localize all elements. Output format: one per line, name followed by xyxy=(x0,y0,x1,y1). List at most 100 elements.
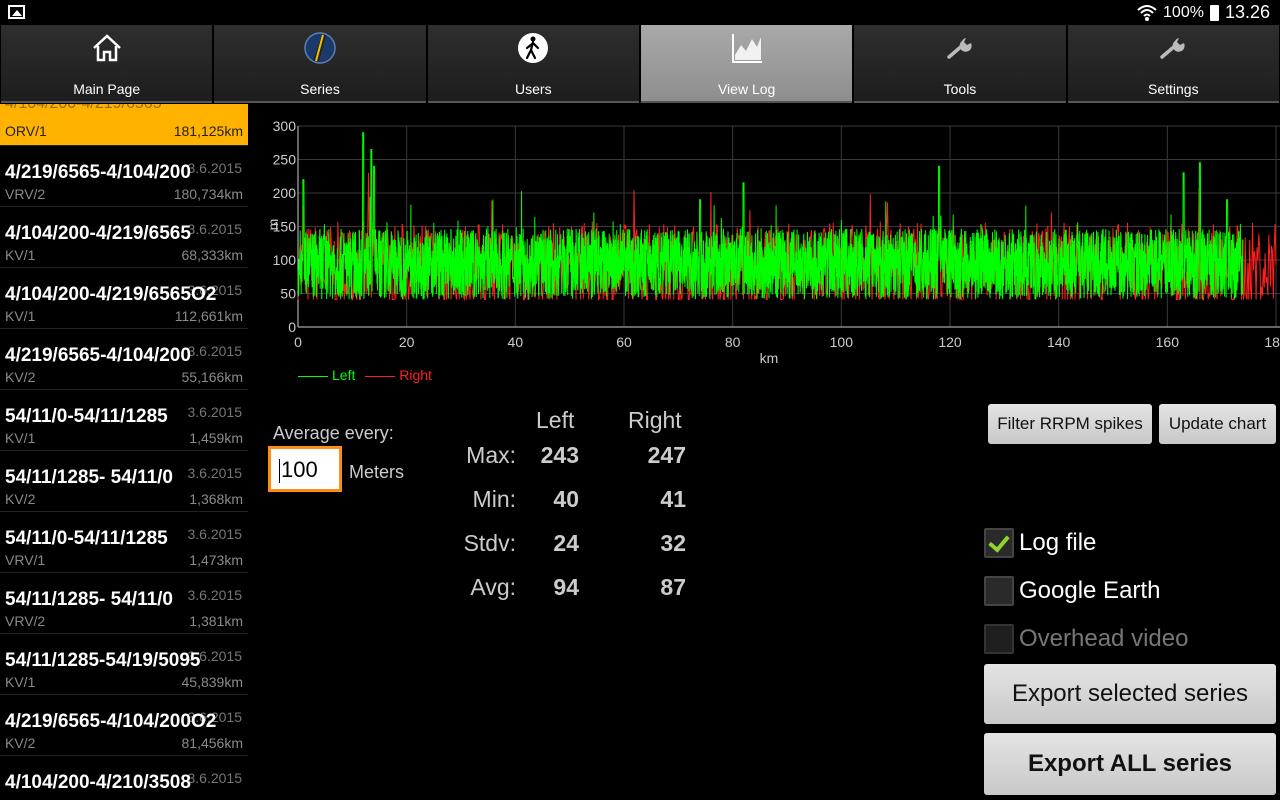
series-item[interactable]: 3.6.2015 54/11/1285- 54/11/0 KV/2 1,368k… xyxy=(0,451,248,512)
tab-tools[interactable]: Tools xyxy=(854,25,1066,103)
google-earth-label: Google Earth xyxy=(1019,577,1161,604)
tab-settings[interactable]: Settings xyxy=(1067,25,1279,103)
series-date: 3.6.2015 xyxy=(187,404,243,420)
tab-label: Series xyxy=(300,81,340,97)
filter-rrpm-spikes-button[interactable]: Filter RRPM spikes xyxy=(988,404,1152,444)
series-item[interactable]: 3.6.2015 4/219/6565-4/104/200 KV/2 55,16… xyxy=(0,329,248,390)
log-file-label: Log file xyxy=(1019,529,1097,556)
overhead-video-checkbox xyxy=(984,624,1014,654)
stat-min-left: 40 xyxy=(553,486,579,512)
tab-series[interactable]: Series xyxy=(214,25,426,103)
stat-label-stdv: Stdv: xyxy=(463,530,516,556)
log-chart[interactable]: 0204060801001201401601800501001502002503… xyxy=(262,106,1280,396)
series-title: 54/11/1285-54/19/5095 xyxy=(5,650,201,671)
series-date: 3.6.2015 xyxy=(187,221,243,237)
stat-avg-right: 87 xyxy=(660,574,686,600)
series-title: 4/104/200-4/210/3508 xyxy=(5,772,191,793)
tab-users[interactable]: Users xyxy=(427,25,639,103)
overhead-video-label: Overhead video xyxy=(1019,625,1189,652)
series-distance: 45,839km xyxy=(181,674,243,690)
status-bar: 100% 13.26 xyxy=(0,0,1280,25)
series-item[interactable]: 3.6.2015 54/11/0-54/11/1285 KV/1 1,459km xyxy=(0,390,248,451)
x-tick-label: 60 xyxy=(616,334,632,350)
y-tick-label: 250 xyxy=(273,152,297,168)
stat-stdv-left: 24 xyxy=(553,530,579,556)
series-title: 4/219/6565-4/104/200 xyxy=(5,345,191,366)
status-right: 100% 13.26 xyxy=(1137,2,1270,23)
series-type: VRV/2 xyxy=(5,186,46,202)
series-title: 4/219/6565-4/104/200O2 xyxy=(5,711,217,732)
series-item[interactable]: 3.6.2015 54/11/0-54/11/1285 VRV/1 1,473k… xyxy=(0,512,248,573)
x-tick-label: 20 xyxy=(399,334,415,350)
legend-swatch-right xyxy=(365,375,396,377)
tab-view-log[interactable]: View Log xyxy=(640,25,853,103)
series-item[interactable]: 3.6.2015 4/104/200-4/219/6565O2 KV/1 112… xyxy=(0,268,248,329)
log-file-option[interactable]: Log file xyxy=(984,528,1096,558)
y-tick-label: 300 xyxy=(273,118,297,134)
stat-label-min: Min: xyxy=(472,486,516,512)
series-type: KV/1 xyxy=(5,308,36,324)
series-type: KV/2 xyxy=(5,735,36,751)
series-distance: 112,661km xyxy=(174,308,243,324)
series-type: VRV/1 xyxy=(5,552,46,568)
export-all-series-button[interactable]: Export ALL series xyxy=(984,733,1276,795)
google-earth-option[interactable]: Google Earth xyxy=(984,576,1160,606)
update-chart-button[interactable]: Update chart xyxy=(1159,404,1276,444)
series-distance: 1,473km xyxy=(189,552,243,568)
series-type: VRV/2 xyxy=(5,613,46,629)
stat-max-right: 247 xyxy=(647,442,686,468)
series-item[interactable]: 3.6.2015 54/11/1285- 54/11/0 VRV/2 1,381… xyxy=(0,573,248,634)
image-notification-icon xyxy=(8,5,25,19)
series-distance: 180,734km xyxy=(173,186,243,202)
export-selected-series-button[interactable]: Export selected series xyxy=(984,664,1276,724)
stat-stdv-right: 32 xyxy=(660,530,686,556)
google-earth-checkbox[interactable] xyxy=(984,576,1014,606)
series-date: 3.6.2015 xyxy=(187,465,243,481)
series-type: KV/1 xyxy=(5,247,36,263)
series-item-selected[interactable]: 4/104/200-4/219/6565 ORV/1 181,125km xyxy=(0,104,248,146)
chart-legend: Left Right xyxy=(298,367,432,383)
series-distance: 1,368km xyxy=(189,491,243,507)
series-item[interactable]: 3.6.2015 4/219/6565-4/104/200 VRV/2 180,… xyxy=(0,146,248,207)
series-title: 54/11/0-54/11/1285 xyxy=(5,528,168,549)
series-list[interactable]: 4/104/200-4/219/6565 ORV/1 181,125km 3.6… xyxy=(0,104,248,800)
x-tick-label: 180 xyxy=(1264,334,1280,350)
stat-avg-left: 94 xyxy=(553,574,579,600)
wrench-icon xyxy=(1160,38,1185,59)
average-label: Average every: xyxy=(273,423,394,443)
series-item[interactable]: 3.6.2015 4/104/200-4/219/6565 KV/1 68,33… xyxy=(0,207,248,268)
series-date: 3.6.2015 xyxy=(187,343,243,359)
chart-svg: 0204060801001201401601800501001502002503… xyxy=(265,118,1280,366)
series-title: 4/219/6565-4/104/200 xyxy=(5,162,191,183)
series-distance: 81,456km xyxy=(181,735,243,751)
series-date: 3.6.2015 xyxy=(187,587,243,603)
series-date: 3.6.2015 xyxy=(187,526,243,542)
stats-header-left: Left xyxy=(536,407,575,433)
stats-header-right: Right xyxy=(628,407,682,433)
series-title: 54/11/1285- 54/11/0 xyxy=(5,467,173,488)
x-tick-label: 120 xyxy=(938,334,962,350)
battery-percent: 100% xyxy=(1163,3,1204,21)
tab-bar: Main Page Series Users View Log Tools Se… xyxy=(0,25,1280,103)
wifi-icon xyxy=(1137,4,1157,21)
legend-label-left: Left xyxy=(332,367,356,383)
home-icon xyxy=(92,34,121,62)
series-item[interactable]: 3.6.2015 54/11/1285-54/19/5095 KV/1 45,8… xyxy=(0,634,248,695)
tab-main-page[interactable]: Main Page xyxy=(1,25,213,103)
series-type: ORV/1 xyxy=(5,123,47,139)
series-item[interactable]: 3.6.2015 4/104/200-4/210/3508 xyxy=(0,756,248,800)
x-tick-label: 100 xyxy=(830,334,854,350)
x-tick-label: 0 xyxy=(294,334,302,350)
average-input[interactable]: 100 xyxy=(268,446,342,492)
log-file-checkbox[interactable] xyxy=(984,528,1014,558)
stat-max-left: 243 xyxy=(540,442,579,468)
series-item[interactable]: 3.6.2015 4/219/6565-4/104/200O2 KV/2 81,… xyxy=(0,695,248,756)
tab-label: Settings xyxy=(1148,81,1199,97)
stat-label-avg: Avg: xyxy=(470,574,516,600)
average-value: 100 xyxy=(281,457,318,482)
series-distance: 1,459km xyxy=(189,430,243,446)
stat-label-max: Max: xyxy=(466,442,516,468)
legend-label-right: Right xyxy=(399,367,432,383)
series-type: KV/2 xyxy=(5,491,36,507)
overhead-video-option: Overhead video xyxy=(984,624,1188,654)
